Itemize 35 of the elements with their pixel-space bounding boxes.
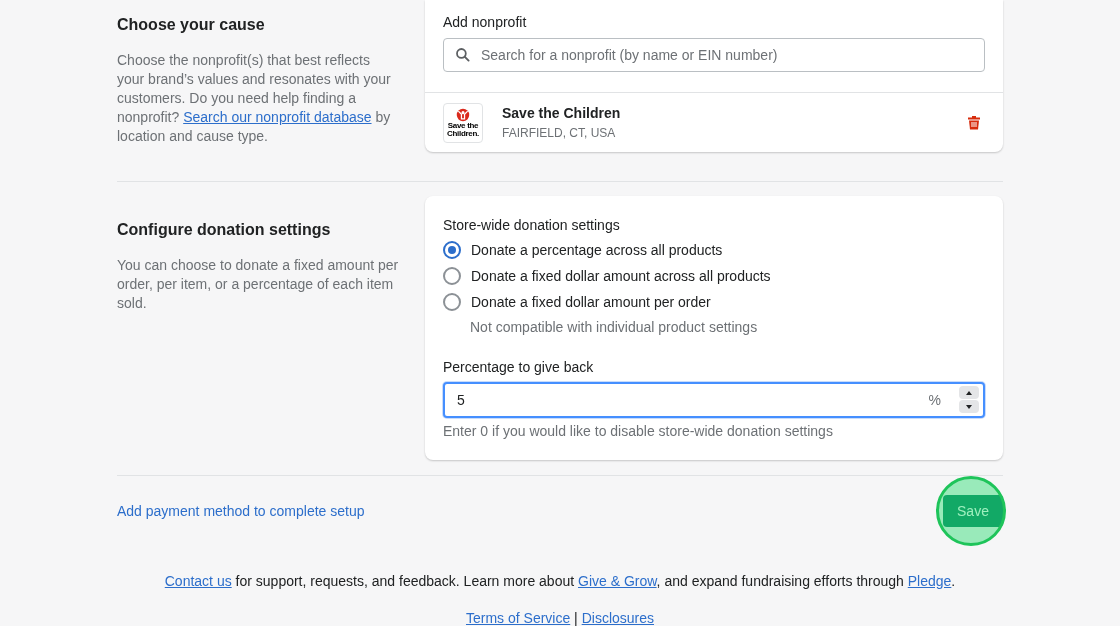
radio-label: Donate a fixed dollar amount per order [471, 292, 711, 312]
section-title: Configure donation settings [117, 220, 332, 240]
trash-icon [967, 115, 981, 130]
nonprofit-name: Save the Children [502, 104, 622, 123]
section-description: You can choose to donate a fixed amount per order, per item, or a percentage of each item sold. [117, 256, 400, 313]
field-label: Percentage to give back [443, 358, 595, 377]
number-stepper[interactable] [959, 386, 979, 413]
down-arrow-icon [966, 404, 972, 409]
footer-link[interactable]: Contact us [164, 573, 232, 589]
section-description: Choose the nonprofit(s) that best reflects your brand’s values and resonates with your customers. Do you need help finding a nonprofit? Search our nonprofit database by location and cause type. [117, 51, 392, 146]
footer-text: Terms of Service | Disclosures [466, 609, 654, 626]
database-link[interactable]: Search our nonprofit database [183, 109, 372, 125]
up-arrow-icon [966, 390, 972, 395]
radio-button[interactable] [443, 293, 461, 311]
footer-text: Contact us for support, requests, and feedback. Learn more about Give & Grow, and expand fundraising efforts through Pledge. [164, 572, 956, 591]
radio-label: Donate a fixed dollar amount across all products [471, 266, 771, 286]
footer-link[interactable]: Terms of Service [466, 610, 571, 626]
logo-text: Save the Children. [446, 121, 480, 138]
payment-method-link[interactable]: Add payment method to complete setup [117, 500, 365, 522]
radio-button[interactable] [443, 267, 461, 285]
search-icon [455, 47, 471, 63]
field-label: Add nonprofit [443, 13, 528, 32]
section-title: Choose your cause [117, 15, 266, 35]
help-text: Not compatible with individual product settings [470, 318, 759, 337]
footer-link[interactable]: Pledge [907, 573, 952, 589]
nonprofit-location: FAIRFIELD, CT, USA [502, 125, 617, 142]
footer-link[interactable]: Disclosures [581, 610, 654, 626]
percent-suffix: % [928, 391, 941, 410]
help-text: Enter 0 if you would like to disable store-wide donation settings [443, 422, 834, 441]
search-field[interactable]: Search for a nonprofit (by name or EIN number) [443, 38, 985, 72]
figure-icon [456, 107, 470, 122]
footer-link[interactable]: Give & Grow [578, 573, 657, 589]
group-label: Store-wide donation settings [443, 216, 621, 235]
radio-button[interactable] [443, 241, 461, 259]
radio-label: Donate a percentage across all products [471, 240, 723, 260]
